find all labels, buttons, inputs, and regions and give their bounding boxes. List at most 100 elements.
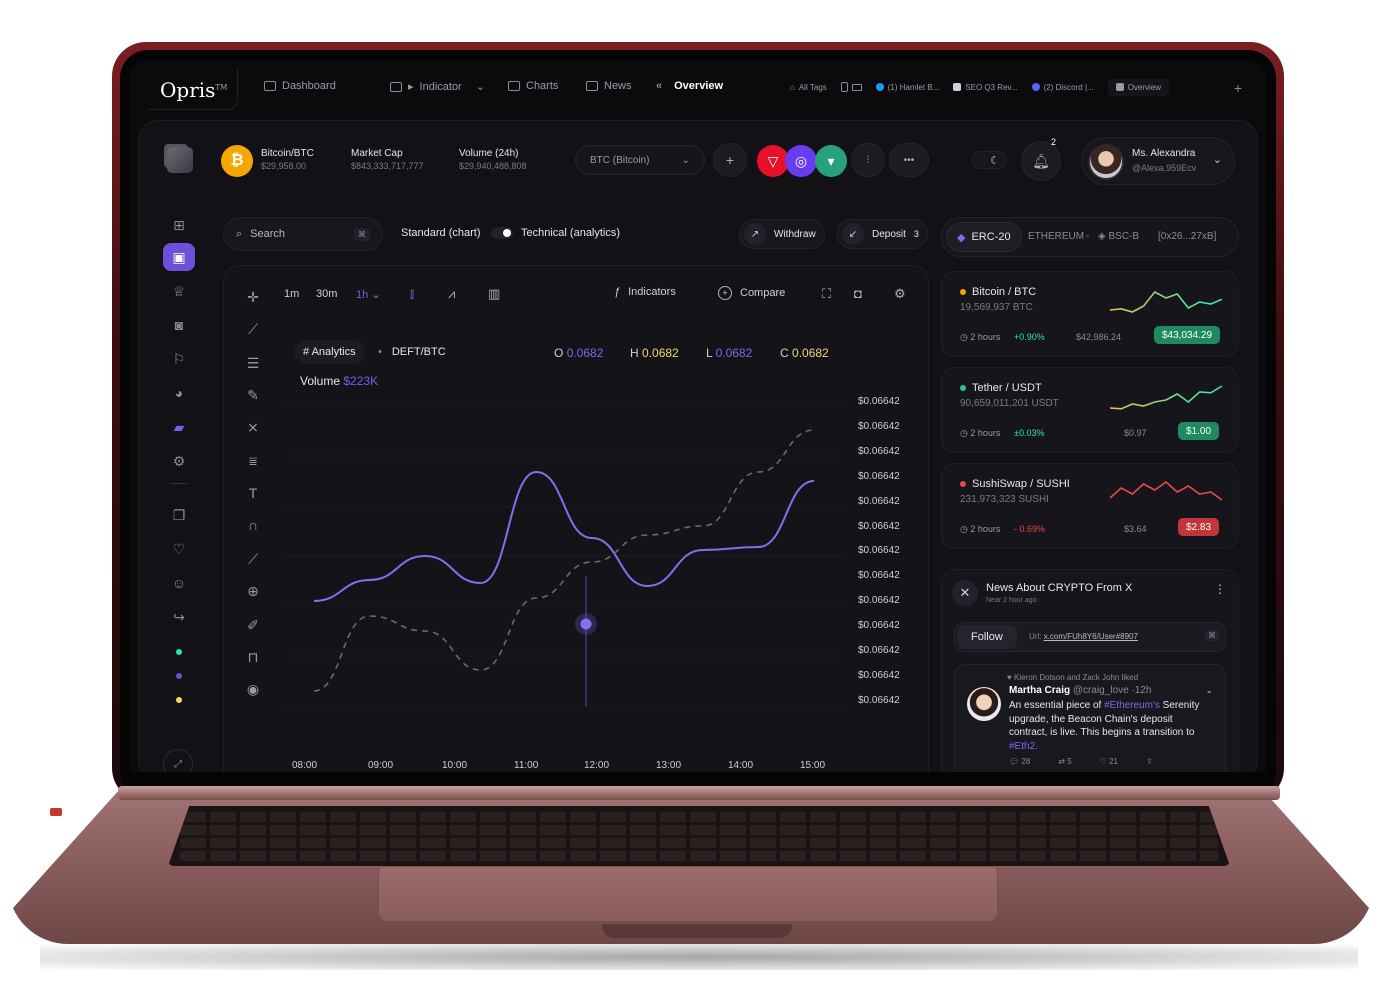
network-bsc[interactable]: ◈ BSC-B [1098,231,1139,242]
share-icon[interactable]: ⇪ [1146,757,1153,766]
coin-card[interactable]: Tether / USDT 90,659,011,201 USDT ◷ 2 hour… [941,367,1239,453]
sidebar-item-pie[interactable]: ◕ [163,379,195,407]
withdraw-button[interactable]: ↗ Withdraw [739,219,825,249]
brush-icon[interactable]: ✎ [240,384,266,406]
network-label: BSC-B [1108,231,1140,242]
bar-chart-icon[interactable]: ▥ [488,286,500,302]
nav-news[interactable]: News [586,80,632,92]
add-coin-button[interactable]: + [713,143,747,177]
pattern-icon[interactable]: ⨯ [240,416,266,438]
search-input[interactable]: ⌕ Search ⌘ [223,217,383,251]
text-icon[interactable]: T [240,482,266,504]
sidebar-item-cards[interactable]: ❐ [163,501,195,529]
sidebar-item-wallet[interactable]: ◙ [163,311,195,339]
comment-button[interactable]: 💬︎ 28 [1009,757,1030,766]
sidebar-divider [171,483,187,484]
camera-icon[interactable]: ◘ [854,286,862,301]
network-erc20[interactable]: ◆ ERC-20 [946,222,1022,252]
theme-toggle[interactable]: ☾ [971,151,1007,169]
lock-icon[interactable]: ⊓ [240,646,266,668]
trend-line-icon[interactable]: ⟋ [240,318,266,340]
polkadot-icon[interactable]: ◎ [785,145,817,177]
mode-standard[interactable]: Standard (chart) [401,227,480,239]
eye-icon[interactable]: ◉ [240,678,266,700]
sidebar-item-settings[interactable]: ⚙ [163,447,195,475]
sidebar-item-dashboard[interactable]: ▣ [163,243,195,271]
sidebar-item-logout[interactable]: ↪ [163,603,195,631]
indicators-button[interactable]: ƒ Indicators [614,286,676,298]
wallet-address[interactable]: [0x26...27xB] [1158,231,1216,242]
follow-url[interactable]: Url: x.com/FUh8Y6/User#8907 [1029,632,1138,641]
tether-icon[interactable]: ▾ [815,145,847,177]
app-logo[interactable]: OprisTM [160,78,227,102]
sidebar-item-book[interactable]: ▰ [163,413,195,441]
timeframe-1h[interactable]: 1h ⌄ [356,288,381,301]
chart-pair: DEFT/BTC [378,346,446,358]
ohlc-value: 0.0682 [715,346,753,360]
hashtag[interactable]: #Ethereum's [1104,700,1160,711]
nav-indicator[interactable]: ▸ Indicator ⌄ [390,80,485,93]
url-value: x.com/FUh8Y6/User#8907 [1043,632,1138,641]
user-profile[interactable]: Ms. Alexandra @Alexa.959Ecv ⌄ [1081,137,1235,185]
hashtag[interactable]: #Eth2. [1009,741,1038,752]
nav-overview[interactable]: « Overview [656,80,723,92]
timeframe-1m[interactable]: 1m [284,288,299,300]
crosshair-icon[interactable]: ✛ [240,286,266,308]
x-logo-icon: ✕ [952,580,978,606]
sidebar-item-flag[interactable]: ⚐ [163,345,195,373]
x-tick-label: 12:00 [584,760,610,771]
coin-card[interactable]: SushiSwap / SUSHI 231,973,323 SUSHI ◷ 2 ho… [941,463,1239,549]
line-chart-icon[interactable]: ⩘ [448,286,455,302]
tab-all-tags[interactable]: ⌂ All Tags [790,83,827,92]
sidebar-item-grid[interactable]: ⊞ [163,211,195,239]
pencil-lock-icon[interactable]: ✐ [240,614,266,636]
analytics-tag[interactable]: # Analytics [294,340,365,364]
chevron-down-icon[interactable]: ⌄ [1205,685,1213,696]
magnet-icon[interactable]: ∩ [240,514,266,536]
top-navigation: OprisTM Dashboard ▸ Indicator ⌄ Charts New… [130,60,1266,114]
coin-select[interactable]: BTC (Bitcoin) ⌄ [575,145,705,175]
mode-technical[interactable]: Technical (analytics) [521,227,620,239]
tab-overview[interactable]: Overview [1107,78,1170,96]
like-button[interactable]: ♡ 21 [1100,757,1118,766]
tweet[interactable]: ♥ Kieron Dotson and Zack John liked Mart… [954,664,1226,772]
follow-button[interactable]: Follow [957,625,1017,649]
fib-icon[interactable]: ⩸ [240,450,266,472]
candles-icon[interactable]: ⫾ [410,286,414,302]
expand-button[interactable]: ⤢ [163,749,193,772]
nav-charts[interactable]: Charts [508,80,558,92]
filter-icon[interactable]: ⫶ [851,143,885,177]
plus-circle-icon: + [718,286,732,300]
network-ethereum[interactable]: ETHEREUM [1028,231,1084,242]
settings-icon[interactable]: ⚙ [894,286,906,302]
new-tab-button[interactable]: + [1234,80,1242,96]
avatar [1088,144,1124,180]
tab-hamlet[interactable]: (1) Hamlet B... [875,83,939,92]
horizontal-lines-icon[interactable]: ☰ [240,352,266,374]
compare-button[interactable]: + Compare [718,286,785,300]
more-vertical-icon[interactable]: ⋮ [1214,582,1226,596]
timeframe-30m[interactable]: 30m [316,288,337,300]
coin-card[interactable]: Bitcoin / BTC 19,569,937 BTC ◷ 2 hours +0.9… [941,271,1239,357]
more-icon[interactable]: ••• [889,143,929,177]
sidebar-item-trophy[interactable]: ♕ [163,277,195,305]
nav-indicator-label: Indicator [419,80,462,93]
tab-seo[interactable]: SEO Q3 Rev... [953,83,1018,92]
tab-discord[interactable]: (2) Discord |... [1031,83,1094,92]
deposit-button[interactable]: ↙ Deposit 3 [837,219,928,249]
nav-dashboard[interactable]: Dashboard [264,80,336,92]
sidebar-item-profile[interactable]: ☺ [163,569,195,597]
zoom-icon[interactable]: ⊕ [240,580,266,602]
heart-icon: ♥ [1007,673,1012,682]
mode-toggle[interactable] [491,227,513,239]
gear-icon: ⚙ [172,452,186,469]
ruler-icon[interactable]: ⟋ [240,548,266,570]
notifications-button[interactable]: 🔔︎ [1021,141,1061,181]
retweet-button[interactable]: ⇄ 5 [1058,757,1071,766]
sidebar-item-favorites[interactable]: ♡ [163,535,195,563]
tab-device-toggle[interactable] [840,82,862,92]
discord-icon [1031,83,1040,91]
x-tick-label: 14:00 [728,760,754,771]
price-chart[interactable] [284,386,844,766]
fullscreen-icon[interactable]: ⛶ [822,286,831,302]
